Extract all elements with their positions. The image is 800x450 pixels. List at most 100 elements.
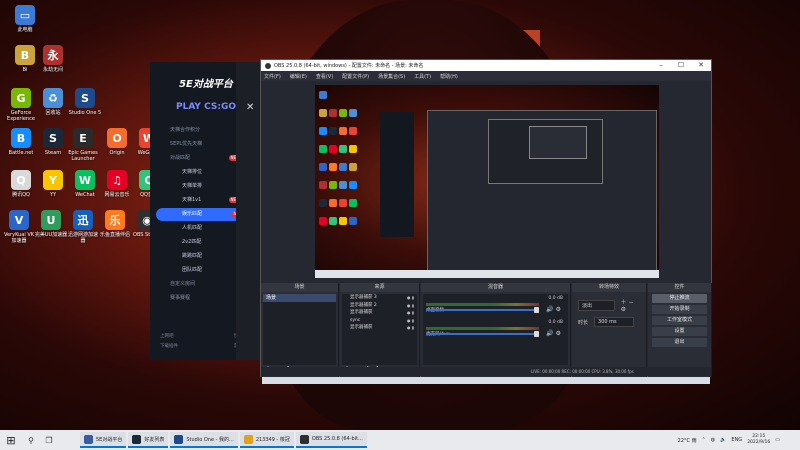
- obs-menu-item[interactable]: 编辑(E): [290, 73, 307, 80]
- preview-icon: [329, 163, 337, 171]
- app-icon: ♻: [43, 88, 63, 108]
- taskbar-app-icon: [243, 434, 253, 444]
- volume-meter: [426, 327, 539, 330]
- desktop-icon[interactable]: V VeryKuai VK加速器: [2, 210, 36, 244]
- mixer-channel: 桌面音频0.0 dB🔊 ⚙: [426, 296, 565, 318]
- obs-menu-item[interactable]: 帮助(H): [440, 73, 458, 80]
- taskbar-app[interactable]: 好友列表: [128, 432, 169, 448]
- source-item[interactable]: 显示器捕获 2: [342, 302, 417, 310]
- app-icon: S: [75, 88, 95, 108]
- scene-item[interactable]: 场景: [263, 294, 336, 302]
- mixer-speaker-icon[interactable]: 🔊 ⚙: [546, 330, 561, 337]
- transition-select-row: 淡出 ＋ − ⚙: [578, 297, 640, 313]
- desktop-icon[interactable]: 乐乐鱼直播伴侣: [98, 210, 132, 238]
- obs-preview-canvas[interactable]: [315, 85, 659, 278]
- source-item[interactable]: sync: [342, 317, 417, 325]
- volume-fader[interactable]: [426, 331, 539, 337]
- desktop-icon[interactable]: S Studio One 5: [68, 88, 102, 116]
- source-item[interactable]: 显示器捕获: [342, 309, 417, 317]
- controls-list: 停止推流开始录制工作室模式设置退出: [648, 294, 711, 347]
- preview-icon: [349, 109, 357, 117]
- obs-menu-item[interactable]: 场景集合(S): [378, 73, 405, 80]
- weather-text[interactable]: 22°C 雨: [678, 437, 697, 444]
- preview-icon: [319, 109, 327, 117]
- app-icon: O: [107, 128, 127, 148]
- app-icon: 永: [43, 45, 63, 65]
- sources-list[interactable]: 显示器捕获 3显示器捕获 2显示器捕获sync显示器捕获: [342, 294, 417, 365]
- preview-icon: [339, 217, 347, 225]
- app-icon: G: [11, 88, 31, 108]
- duration-input[interactable]: 300 ms: [594, 317, 635, 327]
- language-indicator[interactable]: ENG: [731, 437, 742, 443]
- taskbar-app[interactable]: Studio One - 我的...: [170, 432, 238, 448]
- close-icon[interactable]: ✕: [246, 102, 254, 113]
- taskbar-app[interactable]: 5E对战平台: [80, 432, 127, 448]
- desktop-icon[interactable]: S Steam: [36, 128, 70, 156]
- taskbar-app-label: OBS 25.0.8 (64-bit...: [311, 436, 363, 442]
- control-button[interactable]: 工作室模式: [652, 316, 707, 325]
- start-windows-icon[interactable]: ⊞: [0, 434, 22, 447]
- desktop-icon[interactable]: W WeChat: [68, 170, 102, 198]
- app-icon: 迅: [73, 210, 93, 230]
- taskbar-app[interactable]: OBS 25.0.8 (64-bit...: [295, 432, 367, 448]
- obs-menu-item[interactable]: 配置文件(P): [342, 73, 369, 80]
- desktop-icon[interactable]: Q 腾讯QQ: [4, 170, 38, 198]
- desktop-icon-label: 腾讯QQ: [12, 192, 30, 198]
- obs-window[interactable]: OBS 25.0.8 (64-bit, windows) - 配置文件: 未命名…: [260, 59, 712, 377]
- taskbar-app[interactable]: 213349 - 核冠: [239, 432, 294, 448]
- volume-icon[interactable]: 🔈: [720, 437, 726, 443]
- desktop-icon[interactable]: B Battle.net: [4, 128, 38, 156]
- control-button[interactable]: 开始录制: [652, 305, 707, 314]
- desktop-icon[interactable]: G GeForce Experience: [4, 88, 38, 122]
- desktop-icon[interactable]: 迅迅游网游加速器: [66, 210, 100, 244]
- transition-select[interactable]: 淡出: [578, 299, 615, 311]
- search-icon[interactable]: ⚲: [22, 436, 40, 445]
- desktop-icon[interactable]: Y YY: [36, 170, 70, 198]
- desktop-icon[interactable]: ▭ 此电脑: [8, 5, 42, 33]
- desktop-icon[interactable]: U 完美UU加速器: [34, 210, 68, 238]
- desktop-icon[interactable]: 永永劫无间: [36, 45, 70, 73]
- transitions-dock-title: 转场特效: [572, 283, 646, 292]
- control-button[interactable]: 设置: [652, 327, 707, 336]
- close-window-icon[interactable]: ✕: [691, 60, 711, 71]
- obs-menu-item[interactable]: 查看(V): [316, 73, 333, 80]
- obs-docks: 场景 场景 ＋−⌃⌄ 来源 显示器捕获 3显示器捕获 2显示器捕获sync显示器…: [261, 283, 713, 377]
- desktop-icon[interactable]: O Origin: [100, 128, 134, 156]
- maximize-icon[interactable]: ☐: [671, 60, 691, 71]
- sources-dock-title: 来源: [340, 283, 419, 292]
- network-icon[interactable]: ◍: [711, 437, 715, 443]
- obs-menu-item[interactable]: 文件(F): [264, 73, 281, 80]
- notification-icon[interactable]: ▭: [775, 437, 780, 443]
- taskbar-app-label: 5E对战平台: [96, 436, 123, 443]
- desktop-icon[interactable]: ♫ 网易云音乐: [100, 170, 134, 198]
- control-button[interactable]: 退出: [652, 338, 707, 347]
- source-item[interactable]: 显示器捕获 3: [342, 294, 417, 302]
- preview-icon: [339, 127, 347, 135]
- platform-link-1[interactable]: 上网吧: [160, 332, 174, 342]
- desktop-icon-label: Steam: [44, 150, 62, 156]
- desktop-icon[interactable]: ♻ 回收站: [36, 88, 70, 116]
- task-view-icon[interactable]: ❐: [40, 436, 58, 445]
- taskbar-app-label: 213349 - 核冠: [255, 436, 290, 443]
- source-item[interactable]: 显示器捕获: [342, 324, 417, 332]
- preview-icon: [319, 217, 327, 225]
- preview-icon: [349, 217, 357, 225]
- preview-desktop: [315, 85, 659, 278]
- mixer-speaker-icon[interactable]: 🔊 ⚙: [546, 306, 561, 313]
- minimize-icon[interactable]: –: [651, 60, 671, 71]
- desktop-icon[interactable]: E Epic Games Launcher: [66, 128, 100, 162]
- obs-menu-item[interactable]: 工具(T): [414, 73, 431, 80]
- clock[interactable]: 22:15 2022/9/16: [747, 434, 770, 446]
- desktop-icon-label: 迅游网游加速器: [67, 232, 98, 244]
- platform-link-3[interactable]: 下载插件: [160, 342, 178, 352]
- control-button[interactable]: 停止推流: [652, 294, 707, 303]
- volume-fader[interactable]: [426, 307, 539, 313]
- sources-dock: 来源 显示器捕获 3显示器捕获 2显示器捕获sync显示器捕获 ＋−⚙⌃⌄: [340, 283, 420, 377]
- desktop-icon-label: 回收站: [45, 110, 61, 116]
- desktop-icon-label: 乐鱼直播伴侣: [99, 232, 130, 238]
- platform-content-edge: ✕: [236, 62, 262, 360]
- system-tray: 22°C 雨 ⌃ ◍ 🔈 ENG 22:15 2022/9/16 ▭: [673, 430, 780, 450]
- transition-add-remove[interactable]: ＋ − ⚙: [621, 297, 640, 313]
- tray-chevron-icon[interactable]: ⌃: [702, 437, 706, 443]
- scenes-list[interactable]: 场景: [263, 294, 336, 365]
